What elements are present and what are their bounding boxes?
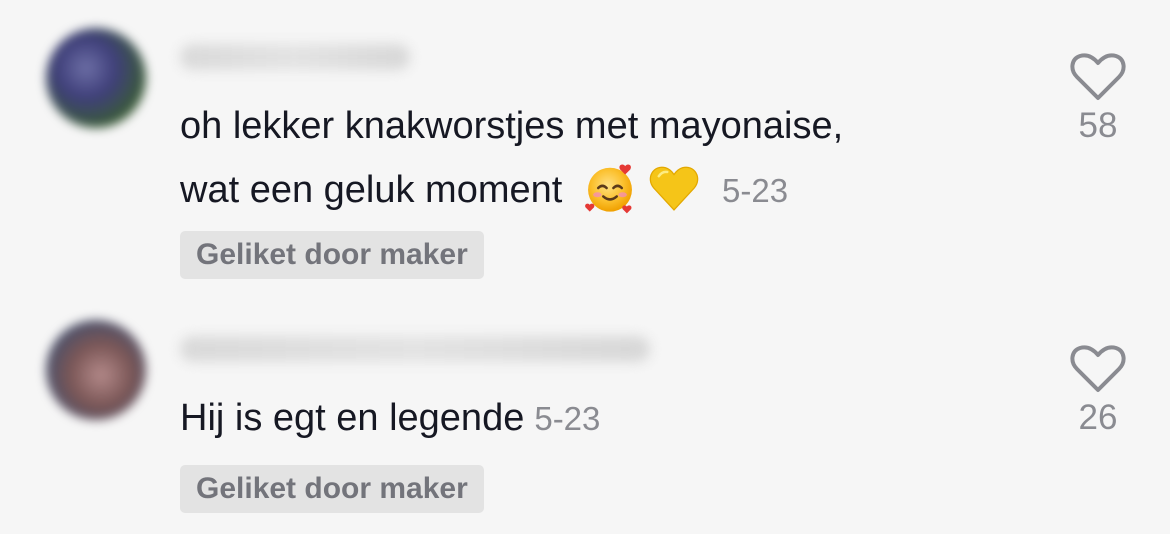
like-count: 26 (1078, 398, 1118, 437)
avatar[interactable] (46, 320, 146, 420)
liked-by-creator-badge: Geliket door maker (180, 465, 484, 513)
comment-text-segment: Hij is egt en legende (180, 397, 525, 439)
username-blurred[interactable] (180, 336, 650, 362)
comment-date: 5-23 (534, 400, 601, 437)
like-button[interactable]: 26 (1056, 344, 1140, 438)
heart-outline-icon[interactable] (1070, 344, 1126, 394)
comment-item: Hij is egt en legende 5-23 Geliket door m… (0, 0, 1170, 534)
comment-text: Hij is egt en legende 5-23 (180, 386, 600, 451)
